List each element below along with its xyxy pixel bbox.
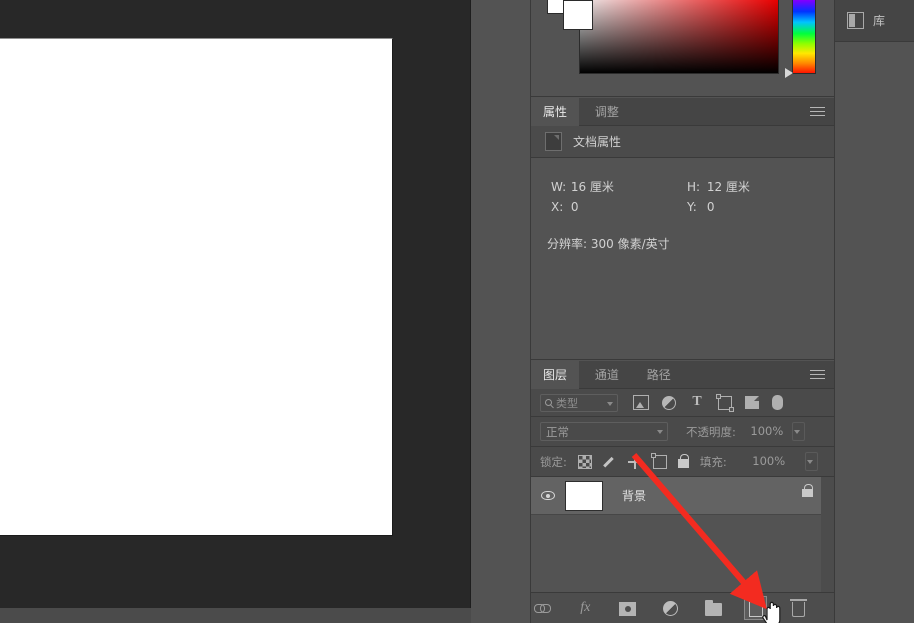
document-properties-title: 文档属性 [573, 135, 622, 149]
width-value: 16 厘米 [570, 180, 614, 194]
add-layer-mask-button[interactable] [616, 596, 640, 620]
folder-icon [704, 600, 722, 616]
color-panel[interactable] [531, 0, 834, 97]
layer-filter-icons: T [633, 393, 783, 412]
layer-list: 背景 [531, 477, 834, 597]
properties-tabbar: 属性 调整 [531, 98, 834, 126]
blend-mode-row: 正常 不透明度: 100% [531, 417, 834, 447]
lock-image-pixels-icon[interactable] [603, 455, 617, 469]
y-label: Y: [687, 200, 697, 214]
layers-tabbar: 图层 通道 路径 [531, 361, 834, 389]
chevron-down-icon [806, 460, 813, 464]
pixel-layer-filter-icon[interactable] [633, 395, 649, 410]
new-layer-button[interactable] [743, 596, 768, 620]
resolution-row: 分辨率: 300 像素/英寸 [547, 237, 670, 251]
opacity-value[interactable]: 100% [742, 422, 792, 441]
lock-label: 锁定: [540, 454, 567, 469]
new-layer-icon [748, 600, 763, 617]
search-icon [545, 399, 552, 406]
layer-list-scrollbar[interactable] [821, 477, 834, 597]
mask-icon [619, 602, 637, 616]
new-group-button[interactable] [701, 596, 725, 620]
layer-filter-type-select[interactable]: 类型 [540, 393, 618, 412]
shape-layer-filter-icon[interactable] [716, 393, 734, 412]
trash-icon [789, 599, 807, 617]
panel-gap-column [471, 0, 530, 623]
saturation-brightness-field[interactable] [579, 0, 779, 74]
opacity-stepper[interactable] [791, 422, 805, 441]
tab-paths[interactable]: 路径 [635, 361, 683, 389]
height-field[interactable]: H: 12 厘米 [667, 178, 803, 195]
adjustment-circle-icon [662, 601, 678, 616]
layer-filter-placeholder: 类型 [556, 396, 578, 410]
layer-thumbnail[interactable] [565, 480, 603, 511]
position-row: X: 0 Y: 0 [531, 200, 834, 219]
hue-slider[interactable] [792, 0, 816, 74]
document-properties-body: W: 16 厘米 H: 12 厘米 X: 0 Y: 0 分辨率: 300 像素/ [531, 158, 834, 252]
lock-position-icon[interactable] [627, 454, 642, 469]
new-adjustment-layer-button[interactable] [659, 596, 683, 620]
layers-panel-menu-icon[interactable] [810, 370, 825, 381]
blend-mode-select[interactable]: 正常 [540, 422, 668, 441]
document-properties-header: 文档属性 [531, 126, 834, 158]
layer-filter-row: 类型 T [531, 389, 834, 417]
x-field[interactable]: X: 0 [531, 200, 667, 214]
filter-enable-toggle[interactable] [772, 395, 783, 410]
layer-name[interactable]: 背景 [622, 487, 646, 504]
tab-libraries[interactable]: 库 [835, 0, 914, 42]
canvas-workspace[interactable] [0, 0, 471, 608]
delete-layer-button[interactable] [786, 596, 810, 620]
right-dock: 属性 调整 文档属性 W: 16 厘米 H: 12 厘米 X: 0 Y: 0 分… [530, 0, 834, 623]
tab-properties[interactable]: 属性 [531, 98, 580, 126]
fill-stepper[interactable] [804, 452, 818, 471]
x-value: 0 [570, 200, 579, 214]
layers-panel: 图层 通道 路径 类型 T 正常 不透明度: 100% 锁定: 填充: 100%… [531, 361, 834, 623]
width-label: W: [551, 180, 567, 194]
opacity-label: 不透明度: [686, 424, 736, 439]
tab-adjustments[interactable]: 调整 [583, 98, 631, 126]
x-label: X: [551, 200, 564, 214]
document-icon [545, 132, 562, 151]
width-field[interactable]: W: 16 厘米 [531, 178, 667, 195]
smart-object-filter-icon[interactable] [745, 396, 759, 409]
y-field[interactable]: Y: 0 [667, 200, 803, 214]
adjustment-layer-filter-icon[interactable] [662, 395, 676, 410]
height-label: H: [687, 180, 701, 194]
tab-libraries-label: 库 [873, 14, 886, 28]
eye-icon [541, 491, 555, 500]
hue-slider-marker[interactable] [785, 68, 793, 78]
layer-style-button[interactable]: fx [574, 596, 598, 620]
chevron-down-icon [793, 430, 800, 434]
fill-value[interactable]: 100% [744, 452, 794, 471]
type-layer-filter-icon[interactable]: T [689, 395, 705, 410]
properties-panel-menu-icon[interactable] [810, 107, 825, 118]
fill-label: 填充: [699, 454, 727, 469]
libraries-column: 库 [834, 0, 914, 623]
blend-mode-value: 正常 [546, 424, 569, 439]
background-color-swatch[interactable] [563, 0, 593, 30]
link-layers-button[interactable] [531, 596, 555, 620]
canvas-bottom-strip [0, 608, 471, 623]
lock-artboard-nesting-icon[interactable] [650, 452, 667, 469]
tab-channels[interactable]: 通道 [583, 361, 631, 389]
chevron-down-icon [657, 430, 663, 434]
lock-icon [802, 484, 813, 497]
layers-bottom-toolbar: fx [531, 592, 834, 623]
lock-row: 锁定: 填充: 100% [531, 447, 834, 477]
library-book-icon [847, 12, 864, 29]
fx-icon: fx [580, 600, 591, 615]
height-value: 12 厘米 [706, 180, 750, 194]
y-value: 0 [706, 200, 715, 214]
lock-all-icon[interactable] [677, 454, 689, 468]
properties-panel: 属性 调整 文档属性 W: 16 厘米 H: 12 厘米 X: 0 Y: 0 分… [531, 98, 834, 360]
table-row[interactable]: 背景 [531, 477, 834, 515]
document-canvas[interactable] [0, 38, 393, 536]
chevron-down-icon [607, 401, 613, 406]
lock-transparent-pixels-icon[interactable] [577, 454, 592, 469]
dimensions-row: W: 16 厘米 H: 12 厘米 [531, 178, 834, 200]
layer-visibility-toggle[interactable] [531, 491, 565, 500]
tab-layers[interactable]: 图层 [531, 361, 580, 389]
link-icon [533, 599, 552, 617]
